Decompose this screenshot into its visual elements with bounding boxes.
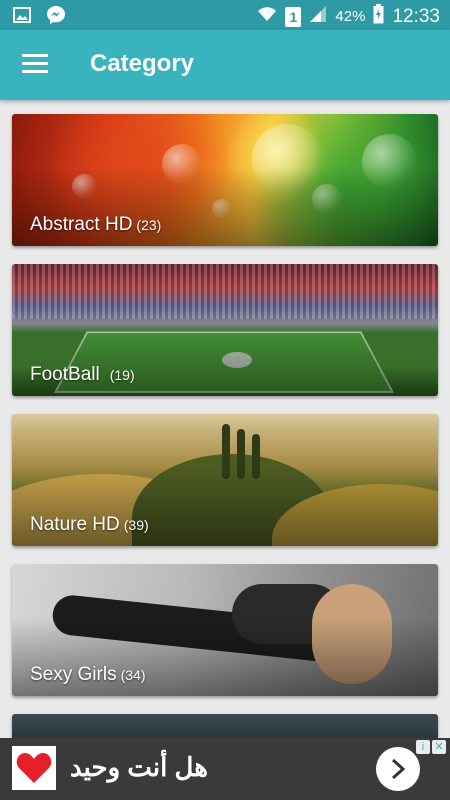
category-card-sexy-girls[interactable]: Sexy Girls (34) (12, 564, 438, 696)
page-title: Category (90, 50, 195, 77)
category-name: Sexy Girls (30, 664, 117, 685)
sim-icon: 1 (285, 6, 302, 27)
category-card-abstract-hd[interactable]: Abstract HD (23) (12, 114, 438, 246)
category-count: (23) (136, 217, 162, 233)
gallery-icon (12, 5, 32, 25)
category-label: FootBall (19) (30, 364, 135, 386)
signal-icon (309, 5, 327, 28)
heart-icon (12, 746, 56, 790)
category-card-football[interactable]: FootBall (19) (12, 264, 438, 396)
category-label: Nature HD (39) (30, 514, 149, 536)
info-icon[interactable]: i (416, 740, 430, 754)
category-count: (34) (120, 667, 146, 683)
category-label: Sexy Girls (34) (30, 664, 145, 686)
battery-icon (373, 4, 384, 29)
messenger-icon (46, 5, 66, 25)
status-bar: 1 42% 12:33 (0, 0, 450, 30)
category-name: FootBall (30, 364, 100, 385)
category-name: Nature HD (30, 514, 120, 535)
clock: 12:33 (392, 5, 440, 27)
hamburger-menu-icon[interactable] (22, 54, 48, 76)
chevron-right-icon[interactable] (376, 747, 420, 791)
category-count: (39) (123, 517, 149, 533)
category-name: Abstract HD (30, 214, 133, 235)
category-count: (19) (109, 367, 135, 383)
ad-headline: هل أنت وحيد (70, 752, 208, 782)
category-card-nature-hd[interactable]: Nature HD (39) (12, 414, 438, 546)
app-bar: Category (0, 30, 450, 100)
category-label: Abstract HD (23) (30, 214, 161, 236)
ad-banner[interactable]: هل أنت وحيد i ✕ (0, 738, 450, 800)
wifi-icon (257, 6, 277, 27)
close-icon[interactable]: ✕ (432, 740, 446, 754)
battery-percent: 42% (335, 8, 366, 25)
